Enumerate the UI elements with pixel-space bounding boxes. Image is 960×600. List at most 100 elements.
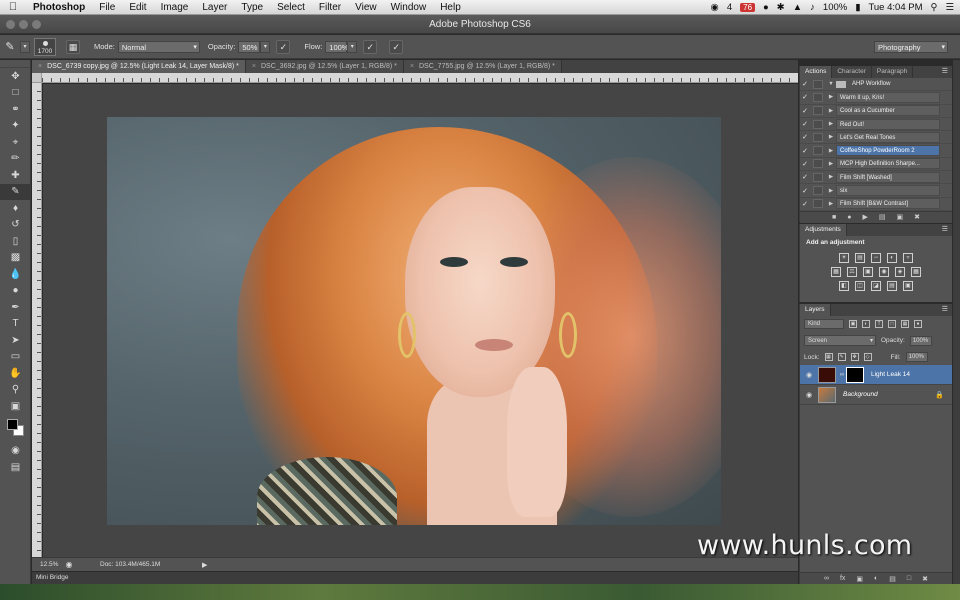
hue-saturation-icon[interactable]: ▦ xyxy=(831,267,841,277)
flow-input[interactable]: 100% xyxy=(325,40,348,53)
expand-right-icon[interactable]: ▶ xyxy=(826,148,836,154)
clock[interactable]: Tue 4:04 PM xyxy=(868,2,922,13)
crop-tool-icon[interactable]: ⌖ xyxy=(0,134,31,151)
doc-tab-2[interactable]: × DSC_3692.jpg @ 12.5% (Layer 1, RGB/8) * xyxy=(245,60,404,73)
brush-preset-picker[interactable]: 1700 xyxy=(34,37,56,56)
panel-menu-icon[interactable]: ☰ xyxy=(942,224,948,235)
canvas-area[interactable] xyxy=(43,84,798,557)
fill-input[interactable]: 100% xyxy=(905,352,928,362)
eraser-tool-icon[interactable]: ▯ xyxy=(0,233,31,250)
quick-select-tool-icon[interactable]: ✦ xyxy=(0,118,31,135)
menu-layer[interactable]: Layer xyxy=(195,2,234,13)
trash-icon[interactable]: ✖ xyxy=(922,575,928,583)
toggle-check-icon[interactable]: ✓ xyxy=(800,160,810,168)
record-icon[interactable]: ● xyxy=(847,214,851,221)
dialog-toggle[interactable] xyxy=(813,106,823,116)
layer-opacity-input[interactable]: 100% xyxy=(909,335,932,346)
expand-right-icon[interactable]: ▶ xyxy=(826,201,836,207)
toggle-check-icon[interactable]: ✓ xyxy=(800,133,810,141)
expand-right-icon[interactable]: ▶ xyxy=(826,174,836,180)
type-tool-icon[interactable]: T xyxy=(0,316,31,333)
close-tab-icon[interactable]: × xyxy=(410,63,414,70)
action-item[interactable]: ✓ ▶ Cool as a Cucumber xyxy=(800,105,952,118)
dialog-toggle[interactable] xyxy=(813,119,823,129)
mode-select[interactable]: Normal xyxy=(117,40,200,53)
dialog-toggle[interactable] xyxy=(813,146,823,156)
tab-adjustments[interactable]: Adjustments xyxy=(800,224,847,236)
toggle-check-icon[interactable]: ✓ xyxy=(800,187,810,195)
shape-tool-icon[interactable]: ▭ xyxy=(0,349,31,366)
pixel-filter-icon[interactable]: ▣ xyxy=(849,320,857,328)
shape-filter-icon[interactable]: □ xyxy=(888,320,896,328)
screen-mode-icon[interactable]: ▤ xyxy=(0,459,31,476)
menu-image[interactable]: Image xyxy=(154,2,196,13)
close-tab-icon[interactable]: × xyxy=(38,63,42,70)
zoom-tool-icon[interactable]: ⚲ xyxy=(0,382,31,399)
invert-icon[interactable]: ◧ xyxy=(839,281,849,291)
menu-app[interactable]: Photoshop xyxy=(26,2,92,13)
exposure-icon[interactable]: ◐ xyxy=(887,253,897,263)
path-select-tool-icon[interactable]: ➤ xyxy=(0,332,31,349)
new-adjustment-icon[interactable]: ◐ xyxy=(874,575,878,582)
menu-file[interactable]: File xyxy=(92,2,122,13)
brightness-contrast-icon[interactable]: ☀ xyxy=(839,253,849,263)
foreground-color[interactable] xyxy=(7,418,18,430)
expand-right-icon[interactable]: ▶ xyxy=(826,134,836,140)
layer-kind-filter[interactable]: Kind xyxy=(804,319,844,329)
gradient-tool-icon[interactable]: ▩ xyxy=(0,250,31,267)
threshold-icon[interactable]: ◪ xyxy=(871,281,881,291)
bluetooth-icon[interactable]: ✱ xyxy=(777,2,785,13)
workspace-switcher[interactable]: Photography xyxy=(874,41,948,53)
visibility-eye-icon[interactable]: ◉ xyxy=(800,371,818,379)
hand-tool-icon[interactable]: ✋ xyxy=(0,365,31,382)
dialog-toggle[interactable] xyxy=(813,79,823,89)
chain-link-icon[interactable]: ∞ xyxy=(838,372,846,378)
apple-icon[interactable]:  xyxy=(0,1,26,13)
doc-tab-3[interactable]: × DSC_7755.jpg @ 12.5% (Layer 1, RGB/8) * xyxy=(403,60,562,73)
eyedropper-tool-icon[interactable]: ✏ xyxy=(0,151,31,168)
history-brush-tool-icon[interactable]: ↺ xyxy=(0,217,31,234)
layer-thumbnail[interactable] xyxy=(818,366,836,383)
panel-menu-icon[interactable]: ☰ xyxy=(942,66,948,77)
posterize-icon[interactable]: ◫ xyxy=(855,281,865,291)
new-layer-icon[interactable]: □ xyxy=(907,575,911,582)
color-lookup-icon[interactable]: ▦ xyxy=(911,267,921,277)
tab-character[interactable]: Character xyxy=(832,66,872,78)
type-filter-icon[interactable]: T xyxy=(875,320,883,328)
wifi-icon[interactable]: ▲ xyxy=(793,2,802,13)
layer-row-background[interactable]: ◉ Background 🔒 xyxy=(800,385,952,405)
red-badge[interactable]: 76 xyxy=(740,3,756,12)
airbrush-icon[interactable]: ✓ xyxy=(363,39,378,54)
menu-filter[interactable]: Filter xyxy=(312,2,348,13)
layer-thumbnail[interactable] xyxy=(818,386,836,403)
expand-right-icon[interactable]: ▶ xyxy=(826,121,836,127)
toggle-check-icon[interactable]: ✓ xyxy=(800,120,810,128)
expand-right-icon[interactable]: ▶ xyxy=(826,108,836,114)
blur-tool-icon[interactable]: 💧 xyxy=(0,266,31,283)
app-icon[interactable]: ● xyxy=(763,2,769,13)
action-item[interactable]: ✓ ▶ Film Shift [B&W Contrast] xyxy=(800,198,952,211)
photo-filter-icon[interactable]: ◉ xyxy=(879,267,889,277)
dodge-tool-icon[interactable]: ● xyxy=(0,283,31,300)
lock-transparent-icon[interactable]: ▦ xyxy=(824,353,833,361)
brush-tool-icon[interactable]: ✎ xyxy=(0,40,20,53)
toolbox-grip[interactable] xyxy=(0,60,30,68)
curves-icon[interactable]: ∽ xyxy=(871,253,881,263)
close-window-button[interactable] xyxy=(6,20,15,29)
layer-name[interactable]: Light Leak 14 xyxy=(871,371,910,378)
fx-icon[interactable]: fx xyxy=(840,575,845,582)
doc-tab-1[interactable]: × DSC_6739 copy.jpg @ 12.5% (Light Leak 1… xyxy=(32,60,246,73)
vertical-ruler[interactable] xyxy=(32,73,42,557)
action-item[interactable]: ✓ ▶ Red Out! xyxy=(800,118,952,132)
pen-tool-icon[interactable]: ✒ xyxy=(0,299,31,316)
tab-layers[interactable]: Layers xyxy=(800,304,831,316)
action-item[interactable]: ✓ ▶ MCP High Definition Sharpe... xyxy=(800,158,952,172)
menu-window[interactable]: Window xyxy=(384,2,434,13)
opacity-dropdown[interactable]: ▾ xyxy=(260,40,271,53)
new-set-icon[interactable]: ▤ xyxy=(879,213,886,221)
action-item[interactable]: ✓ ▶ Film Shift [Washed] xyxy=(800,171,952,185)
toggle-check-icon[interactable]: ✓ xyxy=(800,147,810,155)
horizontal-ruler[interactable] xyxy=(42,73,798,83)
channel-mixer-icon[interactable]: ◈ xyxy=(895,267,905,277)
action-item-selected[interactable]: ✓ ▶ CoffeeShop PowderRoom 2 xyxy=(800,144,952,158)
